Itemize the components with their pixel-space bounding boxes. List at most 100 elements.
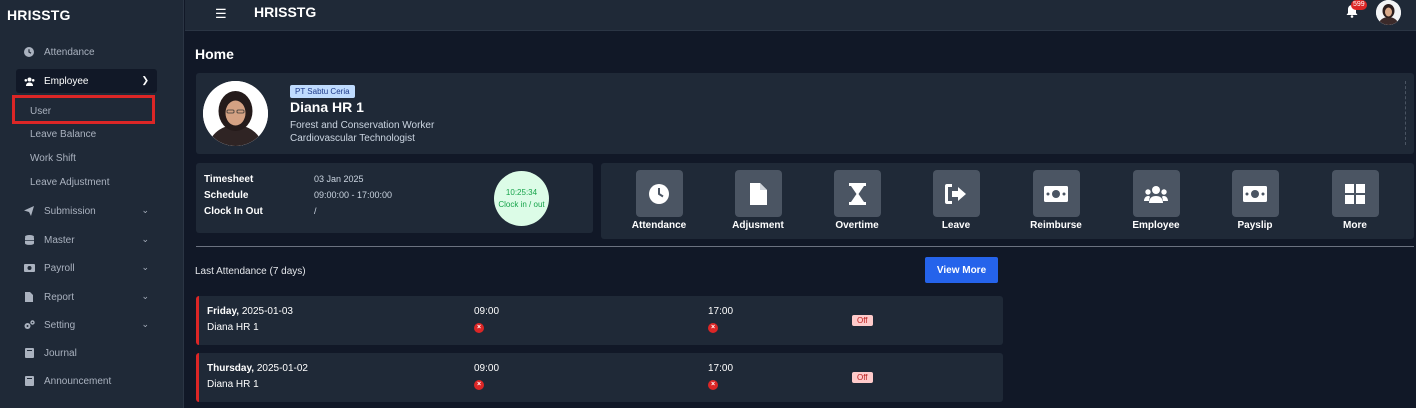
money-icon	[1231, 170, 1279, 217]
timesheet-label: Timesheet	[204, 174, 254, 185]
view-more-button[interactable]: View More	[925, 257, 998, 283]
timesheet-card: Timesheet Schedule Clock In Out 03 Jan 2…	[196, 163, 593, 233]
sidebar-item-payroll[interactable]: Payroll ⌄	[16, 256, 157, 280]
status-badge: Off	[852, 315, 873, 326]
shortcut-attendance[interactable]: Attendance	[624, 170, 694, 231]
close-circle-icon: ×	[474, 323, 484, 333]
book-icon	[23, 347, 35, 359]
chevron-down-icon: ⌄	[141, 291, 149, 301]
sidebar-item-label: Setting	[44, 319, 76, 331]
clock-in-time: 09:00	[474, 363, 500, 374]
sidebar-subitem-work-shift[interactable]: Work Shift	[30, 153, 76, 164]
shortcut-label: Attendance	[631, 220, 687, 231]
attendance-employee-name: Diana HR 1	[207, 379, 259, 390]
attendance-day: Thursday,	[207, 363, 255, 374]
shortcut-more[interactable]: More	[1320, 170, 1390, 231]
sidebar-subitem-leave-balance[interactable]: Leave Balance	[30, 129, 96, 140]
shortcut-panel: Attendance Adjusment Overtime Leave Reim…	[601, 163, 1414, 239]
sidebar-item-announcement[interactable]: Announcement	[16, 369, 157, 393]
clock-in-out-value: /	[314, 206, 317, 216]
sidebar-item-master[interactable]: Master ⌄	[16, 228, 157, 252]
shortcut-label: Employee	[1132, 220, 1180, 231]
sidebar-item-label: Report	[44, 291, 75, 303]
sidebar-item-label: Master	[44, 234, 75, 246]
employee-position: Cardiovascular Technologist	[290, 133, 415, 144]
sidebar-item-label: Attendance	[44, 46, 95, 58]
chevron-down-icon: ⌄	[141, 234, 149, 244]
file-icon	[23, 291, 35, 303]
attendance-row[interactable]: Friday, 2025-01-03 Diana HR 1 09:00 × 17…	[196, 296, 1003, 345]
clock-in-out-button[interactable]: 10:25:34 Clock in / out	[494, 171, 549, 226]
sidebar-item-label: Announcement	[44, 375, 112, 387]
sign-out-icon	[932, 170, 980, 217]
page-title: Home	[195, 46, 234, 62]
hourglass-icon	[833, 170, 881, 217]
shortcut-adjusment[interactable]: Adjusment	[723, 170, 793, 231]
attendance-employee-name: Diana HR 1	[207, 322, 259, 333]
shortcut-reimburse[interactable]: Reimburse	[1021, 170, 1091, 231]
section-divider	[196, 246, 1414, 247]
close-circle-icon: ×	[708, 323, 718, 333]
chevron-right-icon: ❯	[141, 75, 149, 85]
users-icon	[23, 75, 35, 87]
current-time: 10:25:34	[505, 187, 538, 197]
sidebar-item-employee[interactable]: Employee ❯	[16, 69, 157, 93]
sidebar-item-setting[interactable]: Setting ⌄	[16, 313, 157, 337]
sidebar-item-submission[interactable]: Submission ⌄	[16, 199, 157, 223]
employee-name: Diana HR 1	[290, 99, 364, 115]
profile-photo	[203, 81, 268, 146]
notification-badge: 599	[1351, 0, 1367, 10]
sidebar: HRISSTG Attendance Employee ❯ User Leave…	[0, 0, 184, 408]
shortcut-label: Adjusment	[732, 220, 784, 231]
clock-out-time: 17:00	[708, 363, 734, 374]
users-icon	[1132, 170, 1180, 217]
clock-in-out-label: Clock in / out	[498, 199, 545, 209]
money-icon	[1032, 170, 1080, 217]
shortcut-overtime[interactable]: Overtime	[822, 170, 892, 231]
sidebar-subitem-user[interactable]: User	[12, 95, 155, 124]
paper-plane-icon	[23, 205, 35, 217]
sidebar-subitem-label: User	[30, 106, 52, 117]
employee-job-title: Forest and Conservation Worker	[290, 120, 435, 131]
database-icon	[23, 234, 35, 246]
clock-icon	[23, 46, 35, 58]
chevron-down-icon: ⌄	[141, 205, 149, 215]
timesheet-date: 03 Jan 2025	[314, 174, 364, 184]
sidebar-item-journal[interactable]: Journal	[16, 341, 157, 365]
sidebar-item-label: Employee	[44, 75, 89, 87]
clock-in-out-label: Clock In Out	[204, 206, 263, 217]
sidebar-subitem-leave-adjustment[interactable]: Leave Adjustment	[30, 177, 110, 188]
sidebar-item-label: Journal	[44, 347, 77, 359]
attendance-row[interactable]: Thursday, 2025-01-02 Diana HR 1 09:00 × …	[196, 353, 1003, 402]
divider	[1405, 81, 1406, 145]
clock-icon	[635, 170, 683, 217]
attendance-day: Friday,	[207, 306, 240, 317]
sidebar-item-report[interactable]: Report ⌄	[16, 285, 157, 309]
shortcut-label: Overtime	[835, 220, 879, 231]
company-badge: PT Sabtu Ceria	[290, 85, 355, 98]
sidebar-item-label: Submission	[44, 205, 96, 217]
brand-logo-text[interactable]: HRISSTG	[7, 7, 71, 23]
clock-out-time: 17:00	[708, 306, 734, 317]
shortcut-leave[interactable]: Leave	[921, 170, 991, 231]
grid-icon	[1331, 170, 1379, 217]
file-icon	[734, 170, 782, 217]
book-icon	[23, 375, 35, 387]
profile-card: PT Sabtu Ceria Diana HR 1 Forest and Con…	[196, 73, 1414, 154]
chevron-down-icon: ⌄	[141, 319, 149, 329]
gears-icon	[23, 319, 35, 331]
shortcut-employee[interactable]: Employee	[1121, 170, 1191, 231]
sidebar-item-attendance[interactable]: Attendance	[16, 40, 157, 64]
schedule-label: Schedule	[204, 190, 249, 201]
schedule-value: 09:00:00 - 17:00:00	[314, 190, 393, 200]
close-circle-icon: ×	[474, 380, 484, 390]
shortcut-payslip[interactable]: Payslip	[1220, 170, 1290, 231]
sidebar-item-label: Payroll	[44, 262, 75, 274]
close-circle-icon: ×	[708, 380, 718, 390]
topbar-title: HRISSTG	[254, 4, 317, 20]
avatar[interactable]	[1376, 0, 1401, 25]
shortcut-label: Leave	[941, 220, 971, 231]
hamburger-menu-icon[interactable]: ☰	[215, 6, 227, 22]
chevron-down-icon: ⌄	[141, 262, 149, 272]
shortcut-label: Reimburse	[1030, 220, 1082, 231]
